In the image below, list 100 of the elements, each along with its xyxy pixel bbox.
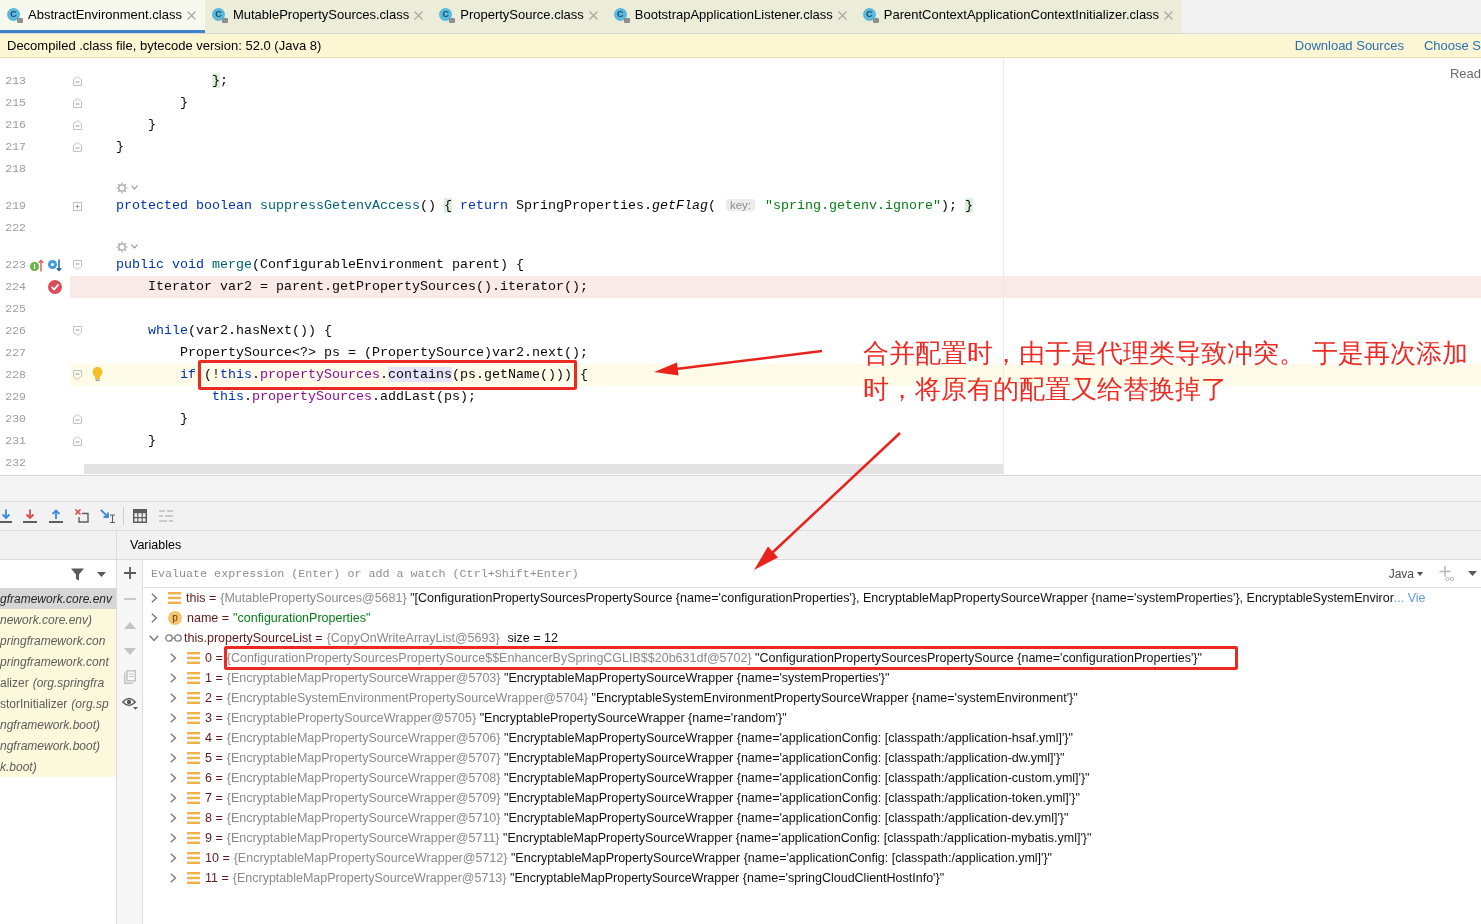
reader-mode-link[interactable]: Read xyxy=(1449,64,1481,84)
gear-icon[interactable] xyxy=(116,240,128,253)
expand-icon[interactable] xyxy=(72,201,82,211)
chevron-right-icon[interactable] xyxy=(169,873,177,883)
grid-icon[interactable] xyxy=(133,509,147,523)
line-number: 216 xyxy=(4,117,26,134)
stack-frame[interactable]: ngframework.boot) xyxy=(0,714,116,735)
close-icon[interactable] xyxy=(837,10,847,20)
line-number: 226 xyxy=(4,323,26,340)
cursor-arrow-icon[interactable] xyxy=(100,509,116,523)
stack-frame[interactable]: storInitializer (org.sp xyxy=(0,693,116,714)
code-line: PropertySource<?> ps = (PropertySource)var2.next(); xyxy=(180,344,588,362)
up-arrow-icon[interactable] xyxy=(49,509,63,523)
list-icon xyxy=(187,872,200,884)
chevron-right-icon[interactable] xyxy=(169,833,177,843)
code-line: this.propertySources.addLast(ps); xyxy=(212,388,476,406)
chevron-right-icon[interactable] xyxy=(169,693,177,703)
stack-frame[interactable]: ngframework.boot) xyxy=(0,735,116,756)
variable-value: {MutablePropertySources@5681} "[ConfigurationPropertySourcesPropertySource {name='configurationProperties'}, EncryptableMapPropertySourceWrapper {name='systemProperties'}, EncryptableSystemEnviror xyxy=(220,589,1394,607)
list-icon xyxy=(187,792,200,804)
add-watch-icon[interactable] xyxy=(1439,566,1454,581)
chevron-right-icon[interactable] xyxy=(169,713,177,723)
variable-name: 10 = xyxy=(205,849,230,867)
up-arrow-circle-icon[interactable] xyxy=(30,258,44,272)
panel-title: Variables xyxy=(130,536,182,554)
close-icon[interactable] xyxy=(588,10,598,20)
variable-value: {EncryptablePropertySourceWrapper@5705} "EncryptablePropertySourceWrapper {name='random'}" xyxy=(226,709,787,727)
stack-frame[interactable]: pringframework.cont xyxy=(0,651,116,672)
chevron-down-icon[interactable] xyxy=(149,634,159,642)
chevron-right-icon[interactable] xyxy=(169,853,177,863)
class-badge: C xyxy=(211,7,228,23)
check-circle-icon[interactable] xyxy=(48,280,62,294)
editor-tab[interactable]: C PropertySource.class xyxy=(432,0,607,33)
variable-value: {EncryptableMapPropertySourceWrapper@5711} "EncryptableMapPropertySourceWrapper {name='applicationConfig: [classpath:/application-mybatis.yml]'}" xyxy=(226,829,1092,847)
variable-value: {EncryptableSystemEnvironmentPropertySourceWrapper@5704} "EncryptableSystemEnvironmentPropertySourceWrapper {name='systemEnvironment'}" xyxy=(226,689,1078,707)
close-icon[interactable] xyxy=(414,10,424,20)
editor-tab[interactable]: C BootstrapApplicationListener.class xyxy=(606,0,856,33)
chevron-right-icon[interactable] xyxy=(169,673,177,683)
stack-frame[interactable]: k.boot) xyxy=(0,756,116,777)
gear-icon[interactable] xyxy=(116,181,128,194)
glasses-icon xyxy=(165,634,182,642)
code-line: if (!this.propertySources.contains(ps.getName())) { xyxy=(180,366,588,384)
chevron-right-icon[interactable] xyxy=(169,793,177,803)
line-number: 219 xyxy=(4,198,26,215)
close-icon[interactable] xyxy=(1164,10,1174,20)
variable-value: {EncryptableMapPropertySourceWrapper@5713} "EncryptableMapPropertySourceWrapper {name='springCloudClientHostInfo'}" xyxy=(232,869,945,887)
chevron-right-icon[interactable] xyxy=(169,653,177,663)
down-arrow-icon[interactable] xyxy=(23,509,37,523)
line-number: 231 xyxy=(4,433,26,450)
variable-value: {EncryptableMapPropertySourceWrapper@5712} "EncryptableMapPropertySourceWrapper {name='applicationConfig: [classpath:/application.yml]'}" xyxy=(233,849,1053,867)
parameter-badge: p xyxy=(168,611,182,625)
chevron-right-icon[interactable] xyxy=(169,753,177,763)
language-dropdown[interactable]: Java xyxy=(1388,564,1423,583)
code-line: public void merge(ConfigurableEnvironment parent) { xyxy=(116,256,524,274)
line-number: 218 xyxy=(4,161,26,178)
chevron-right-icon[interactable] xyxy=(150,593,158,603)
close-icon[interactable] xyxy=(186,10,196,20)
stack-frame[interactable]: gframework.core.env xyxy=(0,588,116,609)
line-number: 232 xyxy=(4,455,26,472)
evaluate-field[interactable]: Evaluate expression (Enter) or add a watch (Ctrl+Shift+Enter) xyxy=(143,560,1389,587)
editor-tab[interactable]: C MutablePropertySources.class xyxy=(204,0,433,33)
variable-name: 8 = xyxy=(205,809,223,827)
code-line: protected boolean suppressGetenvAccess() { return SpringProperties.getFlag( key: "spring.getenv.ignore"); } xyxy=(116,197,973,215)
variable-value: {EncryptableMapPropertySourceWrapper@5707} "EncryptableMapPropertySourceWrapper {name='applicationConfig: [classpath:/application-dw.yml]'}" xyxy=(226,749,1065,767)
down-arrow-icon[interactable] xyxy=(0,509,12,523)
eye-icon[interactable] xyxy=(121,696,138,710)
caret-icon[interactable] xyxy=(131,185,138,190)
down-arrow-circle-icon[interactable] xyxy=(48,258,62,272)
editor-tab[interactable]: C AbstractEnvironment.class xyxy=(0,0,205,33)
code-line: } xyxy=(180,94,188,112)
cross-frame-icon[interactable] xyxy=(75,509,89,523)
stack-frame[interactable]: alizer (org.springfra xyxy=(0,672,116,693)
stack-frame[interactable]: pringframework.con xyxy=(0,630,116,651)
line-number: 222 xyxy=(4,220,26,237)
line-number: 215 xyxy=(4,95,26,112)
plus-icon[interactable] xyxy=(123,567,136,579)
info-link[interactable]: Download Sources xyxy=(1294,35,1404,56)
horizontal-scrollbar[interactable] xyxy=(84,464,1003,474)
code-line: } xyxy=(116,138,124,156)
list-icon xyxy=(187,852,200,864)
filter-icon[interactable] xyxy=(71,567,84,581)
class-badge: C xyxy=(7,7,23,23)
info-link[interactable]: Choose S xyxy=(1423,35,1481,56)
line-number: 217 xyxy=(4,139,26,156)
chevron-right-icon[interactable] xyxy=(150,613,158,623)
info-message: Decompiled .class file, bytecode version: 52.0 (Java 8) xyxy=(7,36,322,55)
code-line: Iterator var2 = parent.getPropertySources().iterator(); xyxy=(148,278,588,296)
editor-tab[interactable]: C ParentContextApplicationContextInitializer.class xyxy=(855,0,1183,33)
list-icon xyxy=(187,732,200,744)
caret-icon[interactable] xyxy=(1468,571,1477,576)
caret-icon[interactable] xyxy=(131,244,138,249)
variable-name: 9 = xyxy=(205,829,223,847)
chevron-right-icon[interactable] xyxy=(169,773,177,783)
variable-value: "configurationProperties" xyxy=(233,609,371,627)
caret-icon[interactable] xyxy=(97,571,106,577)
chevron-right-icon[interactable] xyxy=(169,813,177,823)
variable-value: {EncryptableMapPropertySourceWrapper@5710} "EncryptableMapPropertySourceWrapper {name='applicationConfig: [classpath:/application-dev.yml]'}" xyxy=(226,809,1069,827)
chevron-right-icon[interactable] xyxy=(169,733,177,743)
stack-frame[interactable]: nework.core.env) xyxy=(0,609,116,630)
variable-value: {EncryptableMapPropertySourceWrapper@5706} "EncryptableMapPropertySourceWrapper {name='applicationConfig: [classpath:/application-hsaf.yml]'}" xyxy=(226,729,1073,747)
